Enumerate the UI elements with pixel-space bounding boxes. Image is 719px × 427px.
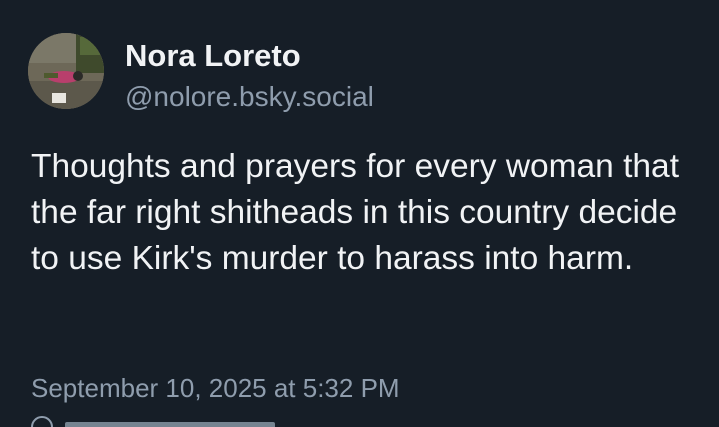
post-text: Thoughts and prayers for every woman tha…	[31, 148, 679, 277]
circle-icon	[31, 416, 53, 427]
next-row-partial	[31, 416, 331, 427]
avatar-photo-icon	[28, 33, 104, 109]
post-timestamp: September 10, 2025 at 5:32 PM	[31, 373, 400, 403]
author-display-name[interactable]: Nora Loreto	[125, 38, 301, 74]
author-handle[interactable]: @nolore.bsky.social	[125, 81, 374, 113]
post-card: Nora Loreto @nolore.bsky.social Thoughts…	[0, 0, 719, 427]
partial-text-placeholder	[65, 422, 275, 427]
avatar[interactable]	[28, 33, 104, 109]
